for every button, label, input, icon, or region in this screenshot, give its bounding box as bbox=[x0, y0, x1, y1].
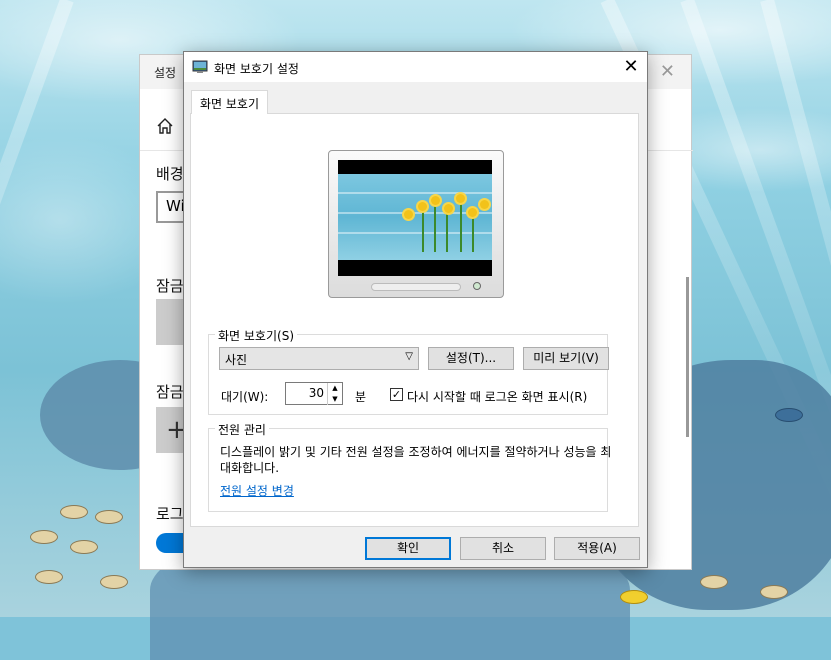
wait-minutes-stepper[interactable]: 30 ▲ ▼ bbox=[285, 382, 343, 405]
fish-illustration bbox=[35, 570, 63, 584]
stepper-up-icon[interactable]: ▲ bbox=[327, 383, 342, 394]
fish-illustration bbox=[700, 575, 728, 589]
fish-illustration bbox=[100, 575, 128, 589]
lock-heading: 잠금 bbox=[156, 277, 184, 295]
fish-illustration bbox=[760, 585, 788, 599]
resume-logon-label[interactable]: 다시 시작할 때 로그온 화면 표시(R) bbox=[407, 388, 587, 405]
lock-heading-2: 잠금 bbox=[156, 383, 184, 401]
stepper-down-icon[interactable]: ▼ bbox=[327, 394, 342, 405]
wait-minutes-value: 30 bbox=[308, 386, 324, 400]
fish-illustration bbox=[70, 540, 98, 554]
settings-button[interactable]: 설정(T)... bbox=[428, 347, 514, 370]
fish-illustration bbox=[775, 408, 803, 422]
power-group-label: 전원 관리 bbox=[215, 421, 269, 438]
settings-title: 설정 bbox=[154, 66, 177, 80]
screensaver-select-value: 사진 bbox=[225, 353, 248, 367]
fish-illustration bbox=[30, 530, 58, 544]
wait-unit-label: 분 bbox=[355, 390, 367, 404]
monitor-base bbox=[371, 283, 461, 291]
ok-button[interactable]: 확인 bbox=[365, 537, 451, 560]
power-group: 전원 관리 디스플레이 밝기 및 기타 전원 설정을 조정하여 에너지를 절약하… bbox=[208, 421, 611, 512]
power-led-icon bbox=[473, 282, 481, 290]
close-icon[interactable]: ✕ bbox=[660, 61, 675, 82]
tab-panel: 화면 보호기(S) 사진 ▽ 설정(T)... 미리 보기(V) 대기(W): … bbox=[190, 113, 639, 527]
scrollbar[interactable] bbox=[686, 277, 689, 437]
fish-illustration bbox=[95, 510, 123, 524]
power-description: 디스플레이 밝기 및 기타 전원 설정을 조정하여 에너지를 절약하거나 성능을… bbox=[220, 445, 612, 475]
preview-button[interactable]: 미리 보기(V) bbox=[523, 347, 609, 370]
apply-button[interactable]: 적용(A) bbox=[554, 537, 640, 560]
cancel-button[interactable]: 취소 bbox=[460, 537, 546, 560]
screensaver-group-label: 화면 보호기(S) bbox=[215, 327, 297, 344]
chevron-down-icon: ▽ bbox=[405, 351, 413, 362]
preview-screen bbox=[338, 160, 492, 276]
dialog-titlebar: 화면 보호기 설정 ✕ bbox=[184, 52, 647, 82]
monitor-preview bbox=[328, 150, 504, 298]
dialog-title: 화면 보호기 설정 bbox=[214, 62, 299, 76]
screensaver-group: 화면 보호기(S) 사진 ▽ 설정(T)... 미리 보기(V) 대기(W): … bbox=[208, 327, 609, 415]
display-icon bbox=[192, 60, 208, 73]
tab-screensaver[interactable]: 화면 보호기 bbox=[191, 90, 269, 114]
screensaver-dialog: 화면 보호기 설정 ✕ 화면 보호기 화면 보호기(S) 사진 ▽ 설정(T).… bbox=[183, 51, 648, 568]
fish-illustration bbox=[60, 505, 88, 519]
change-power-settings-link[interactable]: 전원 설정 변경 bbox=[220, 482, 294, 499]
background-heading: 배경 bbox=[156, 165, 184, 183]
screensaver-select[interactable]: 사진 ▽ bbox=[219, 347, 419, 370]
home-icon[interactable] bbox=[156, 117, 174, 135]
wait-label: 대기(W): bbox=[221, 390, 269, 404]
resume-logon-checkbox[interactable]: ✓ bbox=[390, 388, 403, 401]
login-heading: 로그 bbox=[156, 505, 184, 523]
fish-illustration bbox=[620, 590, 648, 604]
light-ray bbox=[0, 0, 74, 583]
preview-image bbox=[338, 174, 492, 260]
close-icon[interactable]: ✕ bbox=[615, 52, 647, 82]
